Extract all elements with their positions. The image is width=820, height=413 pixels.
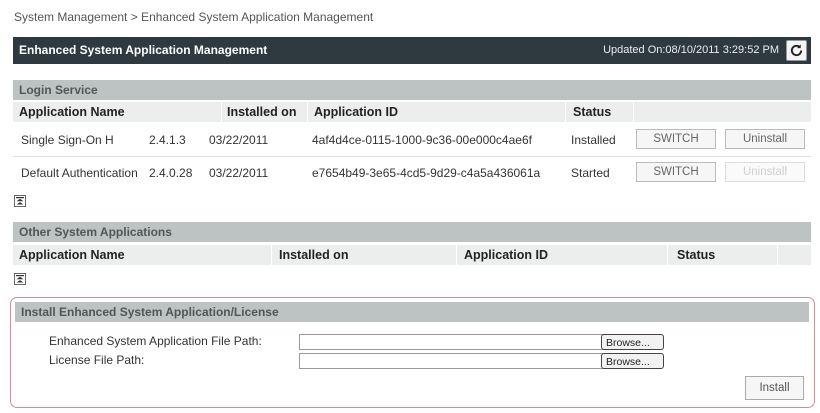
page-title: Enhanced System Application Management bbox=[19, 43, 268, 57]
collapse-section-button[interactable] bbox=[14, 273, 26, 285]
column-header-application-id: Application ID bbox=[314, 105, 399, 119]
column-divider bbox=[456, 245, 457, 265]
column-divider bbox=[271, 245, 272, 265]
license-browse-button[interactable]: Browse... bbox=[601, 353, 664, 369]
column-divider bbox=[777, 245, 778, 265]
column-header-application-name: Application Name bbox=[19, 248, 125, 262]
column-header-status: Status bbox=[573, 105, 612, 119]
row-divider bbox=[13, 156, 811, 157]
install-button[interactable]: Install bbox=[745, 376, 804, 400]
column-header-installed-on: Installed on bbox=[279, 248, 349, 262]
refresh-button[interactable] bbox=[786, 40, 807, 61]
application-status: Started bbox=[571, 166, 610, 180]
install-header: Install Enhanced System Application/Lice… bbox=[15, 302, 809, 322]
app-file-path-label: Enhanced System Application File Path: bbox=[49, 334, 262, 348]
application-name: Default Authentication bbox=[21, 166, 138, 180]
license-file-path-label: License File Path: bbox=[49, 353, 145, 367]
switch-button[interactable]: SWITCH bbox=[636, 129, 716, 149]
breadcrumb: System Management > Enhanced System Appl… bbox=[14, 10, 374, 24]
application-version: 2.4.1.3 bbox=[149, 133, 186, 147]
column-header-application-name: Application Name bbox=[19, 105, 125, 119]
uninstall-button-disabled: Uninstall bbox=[725, 162, 805, 182]
updated-timestamp: Updated On:08/10/2011 3:29:52 PM bbox=[603, 44, 779, 56]
column-divider bbox=[307, 102, 308, 122]
app-file-path-input[interactable] bbox=[299, 334, 604, 350]
installed-on-date: 03/22/2011 bbox=[209, 133, 269, 147]
column-divider bbox=[565, 102, 566, 122]
column-header-installed-on: Installed on bbox=[227, 105, 297, 119]
login-service-header: Login Service bbox=[13, 80, 811, 100]
app-browse-button[interactable]: Browse... bbox=[601, 334, 664, 350]
column-header-status: Status bbox=[677, 248, 716, 262]
uninstall-button[interactable]: Uninstall bbox=[725, 129, 805, 149]
application-name: Single Sign-On H bbox=[21, 133, 114, 147]
refresh-icon bbox=[790, 44, 803, 57]
switch-button[interactable]: SWITCH bbox=[636, 162, 716, 182]
installed-on-date: 03/22/2011 bbox=[209, 166, 269, 180]
application-status: Installed bbox=[571, 133, 616, 147]
other-apps-column-headers: Application Name Installed on Applicatio… bbox=[13, 245, 811, 265]
application-version: 2.4.0.28 bbox=[149, 166, 193, 180]
table-row: Default Authentication 2.4.0.28 03/22/20… bbox=[13, 158, 811, 186]
application-id: e7654b49-3e65-4cd5-9d29-c4a5a436061a bbox=[312, 166, 541, 180]
other-apps-header: Other System Applications bbox=[13, 222, 811, 242]
column-divider bbox=[633, 102, 634, 122]
application-id: 4af4d4ce-0115-1000-9c36-00e000c4ae6f bbox=[312, 133, 532, 147]
license-file-path-input[interactable] bbox=[299, 353, 604, 369]
login-service-column-headers: Application Name Installed on Applicatio… bbox=[13, 102, 811, 122]
collapse-section-button[interactable] bbox=[14, 195, 26, 207]
page-title-bar: Enhanced System Application Management U… bbox=[13, 37, 811, 64]
collapse-icon bbox=[16, 275, 24, 283]
column-divider bbox=[221, 102, 222, 122]
column-header-application-id: Application ID bbox=[464, 248, 549, 262]
collapse-icon bbox=[16, 197, 24, 205]
column-divider bbox=[667, 245, 668, 265]
install-panel: Install Enhanced System Application/Lice… bbox=[10, 297, 815, 408]
table-row: Single Sign-On H 2.4.1.3 03/22/2011 4af4… bbox=[13, 125, 811, 153]
